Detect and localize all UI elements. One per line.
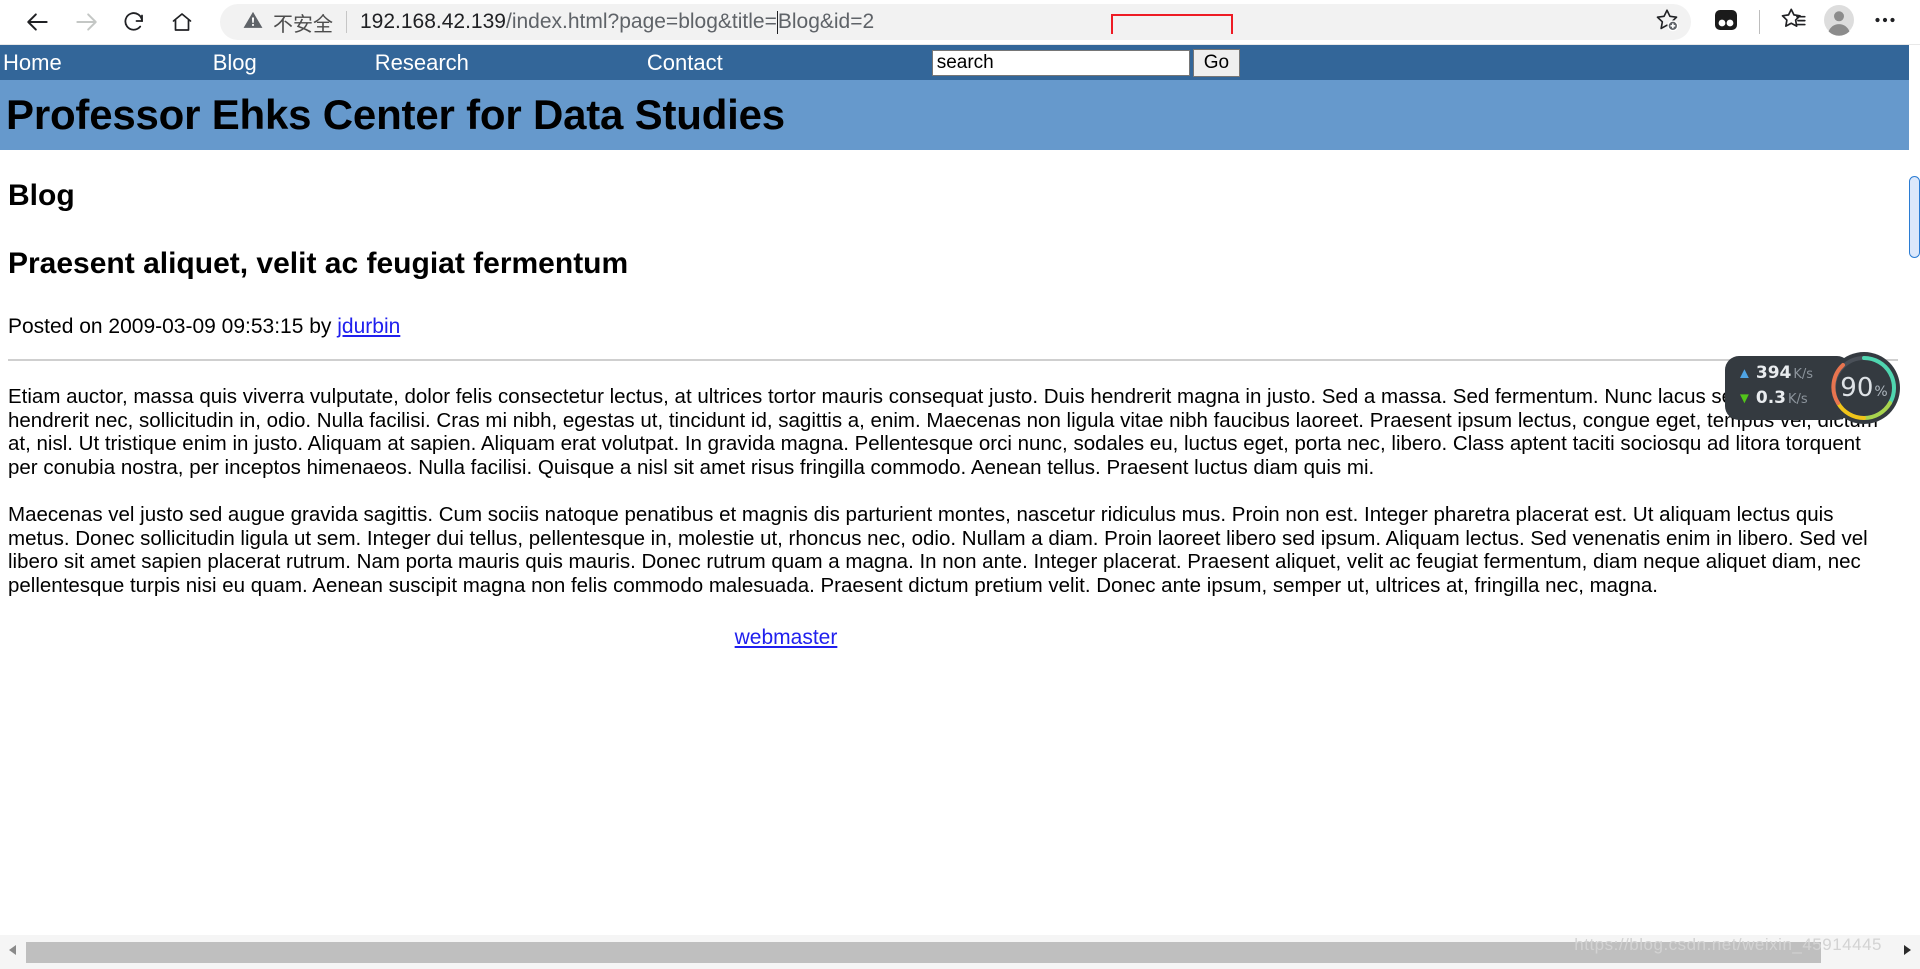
nav-link-home[interactable]: Home — [3, 50, 62, 76]
scroll-left-button[interactable] — [0, 935, 26, 969]
security-status-chip[interactable]: 不安全 — [242, 8, 333, 37]
upload-speed-value: 394 — [1755, 363, 1792, 383]
post-paragraph-1: Etiam auctor, massa quis viverra vulputa… — [8, 385, 1879, 479]
cpu-usage-gauge[interactable]: 90% — [1828, 352, 1900, 424]
reload-button[interactable] — [110, 2, 158, 42]
download-speed-unit: K/s — [1787, 392, 1808, 407]
home-icon — [170, 10, 194, 34]
site-navigation-bar: Home Blog Research Contact Go — [0, 45, 1909, 80]
post-meta: Posted on 2009-03-09 09:53:15 by jdurbin — [8, 315, 1901, 339]
url-highlight-annotation — [1111, 14, 1233, 34]
address-bar[interactable]: 不安全 192.168.42.139/index.html?page=blog&… — [220, 4, 1691, 40]
page-title: Blog — [8, 179, 75, 212]
footer-area: webmaster — [8, 626, 1564, 650]
arrow-down-icon: ▼ — [1737, 390, 1752, 407]
search-input[interactable] — [931, 49, 1190, 76]
forward-button[interactable] — [62, 2, 110, 42]
omnibox-divider — [346, 11, 347, 33]
collections-icon — [1712, 6, 1740, 39]
gauge-unit: % — [1874, 384, 1888, 400]
vertical-scrollbar-thumb[interactable] — [1909, 176, 1920, 258]
post-divider — [8, 359, 1898, 361]
nav-link-contact[interactable]: Contact — [647, 50, 723, 76]
more-options-button[interactable] — [1862, 2, 1908, 42]
post-paragraph-2: Maecenas vel justo sed augue gravida sag… — [8, 503, 1868, 597]
gauge-readout: 90% — [1840, 373, 1887, 403]
network-speed-widget[interactable]: ▲ 394 K/s ▼ 0.3 K/s 90% — [1725, 352, 1900, 424]
security-status-label: 不安全 — [273, 11, 333, 36]
chevron-left-icon — [7, 943, 19, 961]
star-plus-icon — [1654, 7, 1680, 38]
post-author-link[interactable]: jdurbin — [337, 315, 400, 338]
reload-icon — [122, 10, 146, 34]
more-options-ellipsis-icon — [1872, 7, 1898, 38]
site-title: Professor Ehks Center for Data Studies — [6, 91, 785, 138]
site-header-banner: Professor Ehks Center for Data Studies — [0, 80, 1909, 150]
horizontal-scrollbar-thumb[interactable] — [26, 941, 1821, 963]
back-arrow-icon — [25, 9, 51, 35]
chevron-right-icon — [1901, 943, 1913, 961]
nav-link-research[interactable]: Research — [375, 50, 469, 76]
download-speed-value: 0.3 — [1755, 388, 1786, 408]
warning-triangle-icon — [242, 9, 264, 36]
url-text[interactable]: 192.168.42.139/index.html?page=blog&titl… — [360, 10, 1677, 34]
toolbar-divider — [1759, 10, 1760, 34]
vertical-scrollbar[interactable] — [1909, 150, 1920, 935]
nav-link-blog[interactable]: Blog — [213, 50, 257, 76]
scroll-right-button[interactable] — [1894, 935, 1920, 969]
arrow-up-icon: ▲ — [1737, 365, 1752, 382]
watermark-text: https://blog.csdn.net/weixin_45914445 — [1574, 935, 1882, 954]
upload-speed-unit: K/s — [1793, 367, 1814, 382]
browser-toolbar: 不安全 192.168.42.139/index.html?page=blog&… — [0, 0, 1920, 45]
url-host: 192.168.42.139 — [360, 10, 506, 33]
collections-button[interactable] — [1703, 2, 1749, 42]
webmaster-link[interactable]: webmaster — [735, 626, 838, 649]
add-bookmark-button[interactable] — [1651, 6, 1683, 38]
search-go-button[interactable]: Go — [1192, 48, 1241, 77]
forward-arrow-icon — [73, 9, 99, 35]
profile-avatar-icon — [1823, 4, 1855, 41]
profile-button[interactable] — [1816, 2, 1862, 42]
gauge-value: 90 — [1840, 373, 1874, 403]
post-meta-prefix: Posted on 2009-03-09 09:53:15 by — [8, 315, 338, 338]
favorites-star-list-icon — [1780, 6, 1807, 38]
post-title: Praesent aliquet, velit ac feugiat ferme… — [8, 247, 629, 280]
page-content: Blog Praesent aliquet, velit ac feugiat … — [0, 150, 1909, 935]
home-button[interactable] — [158, 2, 206, 42]
favorites-button[interactable] — [1770, 2, 1816, 42]
site-search-group: Go — [931, 48, 1241, 77]
url-tail: Blog&id=2 — [777, 10, 875, 33]
back-button[interactable] — [14, 2, 62, 42]
url-path: /index.html?page=blog&title= — [505, 10, 777, 33]
